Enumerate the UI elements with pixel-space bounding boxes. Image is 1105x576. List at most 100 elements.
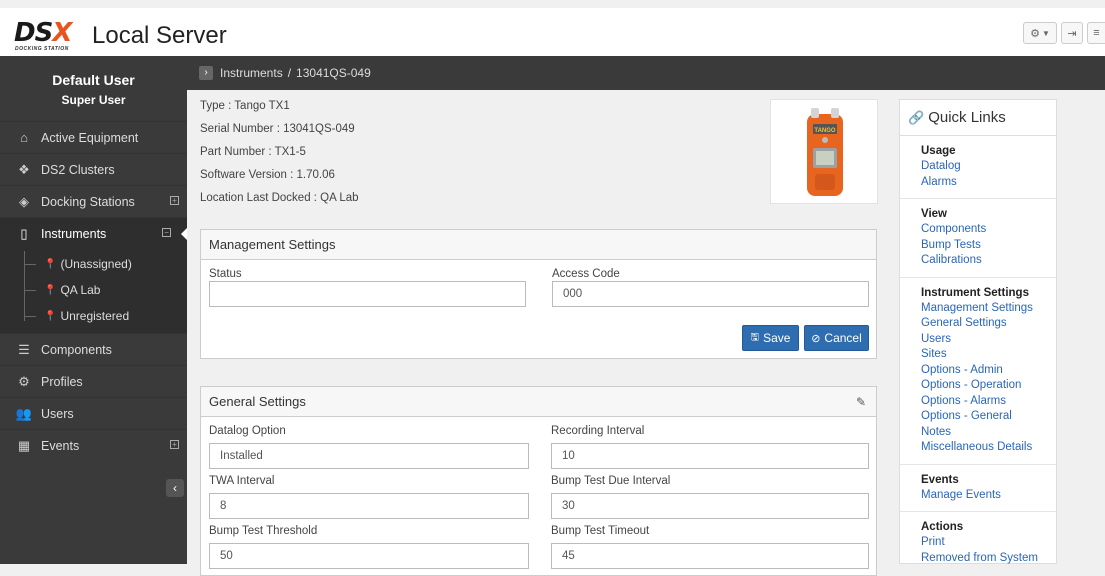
collapse-icon[interactable]: − (162, 228, 171, 237)
link-calibrations[interactable]: Calibrations (921, 253, 1056, 269)
link-options-general[interactable]: Options - General (921, 409, 1056, 425)
instrument-part: Part Number : TX1-5 (200, 146, 306, 158)
quick-section-instrument-settings: Instrument Settings Management Settings … (900, 278, 1056, 465)
sidebar-item-profiles[interactable]: ⚙ Profiles (0, 365, 187, 397)
section-heading: Instrument Settings (921, 286, 1029, 299)
management-settings-panel: Management Settings Status Access Code 🖫… (200, 229, 877, 359)
link-print[interactable]: Print (921, 535, 1056, 551)
sidebar-subitem-label: Unregistered (60, 309, 130, 323)
cubes-icon: ❖ (18, 161, 30, 177)
general-settings-panel: General Settings ✎ Datalog Option Record… (200, 386, 877, 576)
twa-interval-label: TWA Interval (209, 475, 275, 487)
access-code-field[interactable] (552, 281, 869, 307)
sidebar-subitem-unregistered[interactable]: 📍 Unregistered (0, 303, 187, 329)
instrument-type: Type : Tango TX1 (200, 100, 290, 112)
sidebar-item-events[interactable]: ▦ Events + (0, 429, 187, 461)
sidebar-item-users[interactable]: 👥 Users (0, 397, 187, 429)
status-field[interactable] (209, 281, 526, 307)
instrument-icon: ▯ (20, 225, 28, 241)
link-general-settings[interactable]: General Settings (921, 316, 1056, 332)
sidebar-subitem-qa-lab[interactable]: 📍 QA Lab (0, 277, 187, 303)
bump-timeout-label: Bump Test Timeout (551, 525, 650, 537)
chevron-right-icon[interactable]: › (199, 66, 213, 80)
bump-timeout-field[interactable] (551, 543, 869, 569)
sidebar-subitem-label: QA Lab (60, 283, 101, 297)
save-icon: 🖫 (750, 331, 760, 343)
sidebar: Default User Super User ⌂ Active Equipme… (0, 56, 188, 564)
instruments-sublist: 📍 (Unassigned) 📍 QA Lab 📍 Unregistered (0, 249, 187, 333)
sidebar-item-label: Instruments (41, 226, 107, 241)
sidebar-subitem-unassigned[interactable]: 📍 (Unassigned) (0, 251, 187, 277)
map-marker-icon: 📍 (44, 258, 57, 270)
quick-section-events: Events Manage Events (900, 465, 1056, 512)
link-manage-events[interactable]: Manage Events (921, 488, 1056, 504)
section-heading: View (921, 208, 947, 220)
users-icon: 👥 (15, 405, 33, 421)
link-options-admin[interactable]: Options - Admin (921, 363, 1056, 379)
sidebar-collapse-button[interactable]: ‹ (166, 479, 184, 497)
edit-icon[interactable]: ✎ (856, 395, 866, 409)
link-miscellaneous-details[interactable]: Miscellaneous Details (921, 440, 1056, 456)
quick-section-actions: Actions Print Removed from System (900, 512, 1056, 574)
sidebar-item-label: Profiles (41, 374, 83, 389)
save-button[interactable]: 🖫 Save (742, 325, 799, 351)
save-label: Save (763, 331, 791, 345)
bump-threshold-field[interactable] (209, 543, 529, 569)
user-role: Super User (61, 93, 126, 107)
link-sites[interactable]: Sites (921, 347, 1056, 363)
panel-title-text: General Settings (209, 394, 306, 409)
twa-interval-field[interactable] (209, 493, 529, 519)
device-label: TANGO (814, 128, 836, 134)
caret-down-icon: ▼ (1041, 28, 1050, 38)
cube-icon: ◈ (19, 193, 29, 209)
datalog-option-field[interactable] (209, 443, 529, 469)
sidebar-item-label: Active Equipment (41, 130, 139, 145)
link-notes[interactable]: Notes (921, 425, 1056, 441)
section-heading: Usage (921, 145, 956, 157)
link-management-settings[interactable]: Management Settings (921, 301, 1056, 317)
settings-dropdown-button[interactable]: ⚙ ▼ (1023, 22, 1057, 44)
menu-button[interactable]: ≡ (1087, 22, 1105, 44)
link-users[interactable]: Users (921, 332, 1056, 348)
link-options-alarms[interactable]: Options - Alarms (921, 394, 1056, 410)
link-alarms[interactable]: Alarms (921, 175, 1056, 191)
quick-section-view: View Components Bump Tests Calibrations (900, 199, 1056, 278)
expand-icon[interactable]: + (170, 196, 179, 205)
database-icon: ☰ (18, 341, 30, 357)
instrument-software: Software Version : 1.70.06 (200, 169, 335, 181)
link-components[interactable]: Components (921, 222, 1056, 238)
top-tools: ⚙ ▼ ⇥ ≡ (1023, 22, 1105, 44)
cancel-label: Cancel (824, 331, 862, 345)
sidebar-item-ds2-clusters[interactable]: ❖ DS2 Clusters (0, 153, 187, 185)
expand-icon[interactable]: + (170, 440, 179, 449)
bump-threshold-label: Bump Test Threshold (209, 525, 318, 537)
sidebar-item-label: Docking Stations (41, 194, 135, 209)
breadcrumb-separator: / (287, 66, 292, 80)
hamburger-icon: ≡ (1093, 27, 1100, 39)
recording-interval-field[interactable] (551, 443, 869, 469)
breadcrumb-section[interactable]: Instruments (220, 66, 283, 80)
map-marker-icon: 📍 (44, 310, 57, 322)
sign-out-button[interactable]: ⇥ (1061, 22, 1083, 44)
instrument-image: TANGO (770, 99, 878, 204)
datalog-option-label: Datalog Option (209, 425, 286, 437)
gears-icon: ⚙ (18, 373, 30, 389)
sidebar-item-components[interactable]: ☰ Components (0, 333, 187, 365)
map-marker-icon: 📍 (44, 284, 57, 296)
section-heading: Actions (921, 521, 964, 533)
sidebar-item-docking-stations[interactable]: ◈ Docking Stations + (0, 185, 187, 217)
bump-due-interval-field[interactable] (551, 493, 869, 519)
quick-links-header: 🔗 Quick Links (900, 100, 1056, 136)
sidebar-item-active-equipment[interactable]: ⌂ Active Equipment (0, 121, 187, 153)
logo-subtitle: DOCKING STATION (15, 46, 69, 52)
sidebar-item-instruments[interactable]: ▯ Instruments − (0, 217, 188, 249)
sidebar-item-label: Components (41, 342, 112, 357)
user-name: Default User (52, 72, 135, 88)
link-options-operation[interactable]: Options - Operation (921, 378, 1056, 394)
access-code-label: Access Code (552, 268, 620, 280)
cancel-button[interactable]: ⊘ Cancel (804, 325, 869, 351)
quick-section-usage: Usage Datalog Alarms (900, 136, 1056, 199)
link-bump-tests[interactable]: Bump Tests (921, 238, 1056, 254)
status-label: Status (209, 268, 242, 280)
link-datalog[interactable]: Datalog (921, 159, 1056, 175)
